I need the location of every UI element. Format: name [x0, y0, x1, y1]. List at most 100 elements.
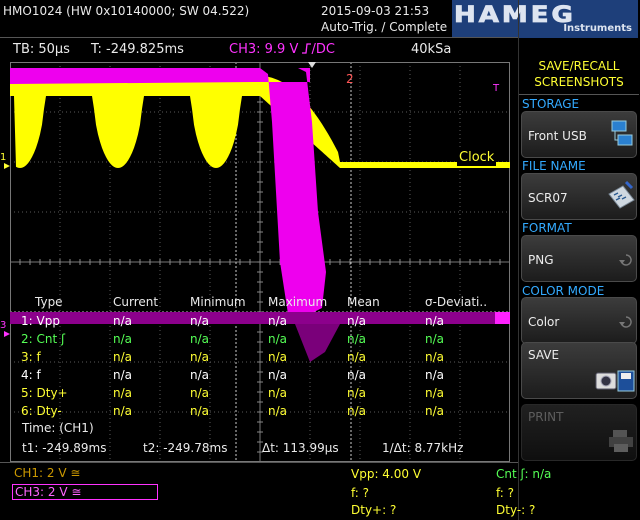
filename-label: FILE NAME: [522, 159, 586, 173]
measurement-value: n/a: [190, 404, 210, 418]
table-header: Type Current Minimum Maximum Mean σ-Deviati..: [13, 294, 503, 312]
trace-label: Clock: [457, 150, 497, 166]
cycle-arrow-icon: [619, 314, 633, 333]
ch2-marker: 2: [346, 72, 354, 86]
table-header-cell: σ-Deviati..: [425, 295, 488, 309]
measurement-value: n/a: [113, 404, 133, 418]
ch1-arrow-icon: [4, 154, 10, 169]
measurement-type: 6: Dty-: [21, 404, 62, 418]
measurement-value: n/a: [425, 404, 445, 418]
time-label: Time: (CH1): [22, 421, 94, 435]
hameg-logo: HAMEG Instruments: [452, 0, 638, 38]
keyboard-pen-icon: [606, 180, 636, 216]
measurement-value: n/a: [113, 350, 133, 364]
ch1-status[interactable]: CH1: 2 V ≅: [12, 466, 158, 482]
brand-name: HAMEG: [454, 2, 576, 28]
storage-value: Front USB: [528, 129, 587, 143]
measurement-value: n/a: [190, 350, 210, 364]
measurement-type: 3: f: [21, 350, 41, 364]
table-header-cell: Type: [35, 295, 63, 309]
filename-button[interactable]: SCR07: [521, 173, 637, 220]
table-header-cell: Current: [113, 295, 159, 309]
trigger-level-marker: T: [492, 83, 500, 94]
measurement-value: n/a: [347, 350, 367, 364]
status-divider: [0, 462, 518, 463]
duty-plus-readout: Dty+: ?: [351, 503, 397, 517]
format-label: FORMAT: [522, 221, 572, 235]
measurement-type: 5: Dty+: [21, 386, 68, 400]
printer-icon: [608, 429, 634, 457]
table-row[interactable]: 3: f n/a n/a n/a n/a n/a: [13, 348, 503, 366]
storage-label: STORAGE: [522, 97, 580, 111]
duty-minus-readout: Dty-: ?: [496, 503, 536, 517]
trigger-channel[interactable]: CH3: 9.9 V /DC: [229, 42, 335, 57]
save-button[interactable]: SAVE: [521, 342, 637, 399]
print-label: PRINT: [528, 410, 564, 424]
acquisition-status: Auto-Trig. / Complete: [321, 20, 448, 34]
freq-readout-2: f: ?: [496, 486, 515, 500]
colormode-value: Color: [528, 315, 560, 329]
cycle-arrow-icon: [619, 252, 633, 271]
header-divider: [0, 37, 518, 38]
measurement-value: n/a: [190, 368, 210, 382]
datetime: 2015-09-03 21:53: [321, 4, 430, 18]
brand-sub: Instruments: [563, 23, 632, 34]
sidebar-border: [518, 0, 519, 520]
measurement-value: n/a: [268, 314, 288, 328]
table-header-row: Type Current Minimum Maximum Mean σ-Deviati..: [13, 294, 503, 312]
table-header-cell: Maximum: [268, 295, 328, 309]
print-button[interactable]: PRINT: [521, 404, 637, 461]
device-info: HMO1024 (HW 0x10140000; SW 04.522): [3, 4, 250, 18]
trigger-time[interactable]: T: -249.825ms: [91, 42, 184, 57]
measurement-value: n/a: [113, 332, 133, 346]
measurement-type: 4: f: [21, 368, 41, 382]
measurement-value: n/a: [425, 332, 445, 346]
cursor-t2: t2: -249.78ms: [143, 441, 228, 455]
measurement-value: n/a: [347, 368, 367, 382]
ch3-arrow-icon: [4, 322, 10, 337]
format-button[interactable]: PNG: [521, 235, 637, 282]
measurement-value: n/a: [268, 386, 288, 400]
storage-button[interactable]: Front USB: [521, 111, 637, 158]
trigger-coupling: /DC: [311, 42, 335, 57]
rising-edge-icon: [298, 42, 312, 57]
measurement-value: n/a: [347, 404, 367, 418]
measurement-table: Type Current Minimum Maximum Mean σ-Deviati..…: [13, 294, 503, 420]
measurement-value: n/a: [268, 404, 288, 418]
ch3-status[interactable]: CH3: 2 V ≅: [12, 484, 158, 500]
table-row[interactable]: 4: f n/a n/a n/a n/a n/a: [13, 366, 503, 384]
measurement-value: n/a: [425, 350, 445, 364]
measurement-value: n/a: [347, 314, 367, 328]
measurement-value: n/a: [190, 332, 210, 346]
measurement-value: n/a: [347, 386, 367, 400]
table-row[interactable]: 6: Dty-n/a n/a n/a n/a n/a: [13, 402, 503, 420]
vpp-readout: Vpp: 4.00 V: [351, 467, 422, 481]
format-value: PNG: [528, 253, 554, 267]
table-row[interactable]: 1: Vpp n/a n/a n/a n/a n/a: [13, 312, 503, 330]
table-row[interactable]: 2: Cnt ʃ n/a n/a n/a n/a n/a: [13, 330, 503, 348]
counter-readout: Cnt ʃ: n/a: [496, 467, 552, 481]
table-body: 1: Vpp n/a n/a n/a n/a n/a 2: Cnt ʃ n/a n/a n/a n/…: [13, 312, 503, 420]
measurement-value: n/a: [268, 332, 288, 346]
save-label: SAVE: [528, 348, 560, 362]
measurement-type: 1: Vpp: [21, 314, 60, 328]
measurement-value: n/a: [190, 386, 210, 400]
measurement-value: n/a: [113, 314, 133, 328]
measurement-value: n/a: [347, 332, 367, 346]
trigger-channel-label: CH3: 9.9 V: [229, 42, 299, 57]
cursor-t1: t1: -249.89ms: [22, 441, 107, 455]
table-header-cell: Mean: [347, 295, 380, 309]
table-row[interactable]: 5: Dty+ n/a n/a n/a n/a n/a: [13, 384, 503, 402]
freq-readout-1: f: ?: [351, 486, 370, 500]
usb-folder-icon: [610, 117, 634, 155]
sidebar-title: SAVE/RECALL SCREENSHOTS: [534, 59, 624, 89]
table-header-cell: Minimum: [190, 295, 246, 309]
camera-save-icon: [592, 367, 636, 399]
measurement-type: 2: Cnt ʃ: [21, 332, 66, 346]
cursor-inverse-delta: 1/Δt: 8.77kHz: [382, 441, 464, 455]
measurement-value: n/a: [425, 386, 445, 400]
sidebar-divider: [519, 94, 639, 95]
colormode-button[interactable]: Color: [521, 297, 637, 344]
measurement-value: n/a: [113, 386, 133, 400]
timebase[interactable]: TB: 50µs: [13, 42, 70, 57]
